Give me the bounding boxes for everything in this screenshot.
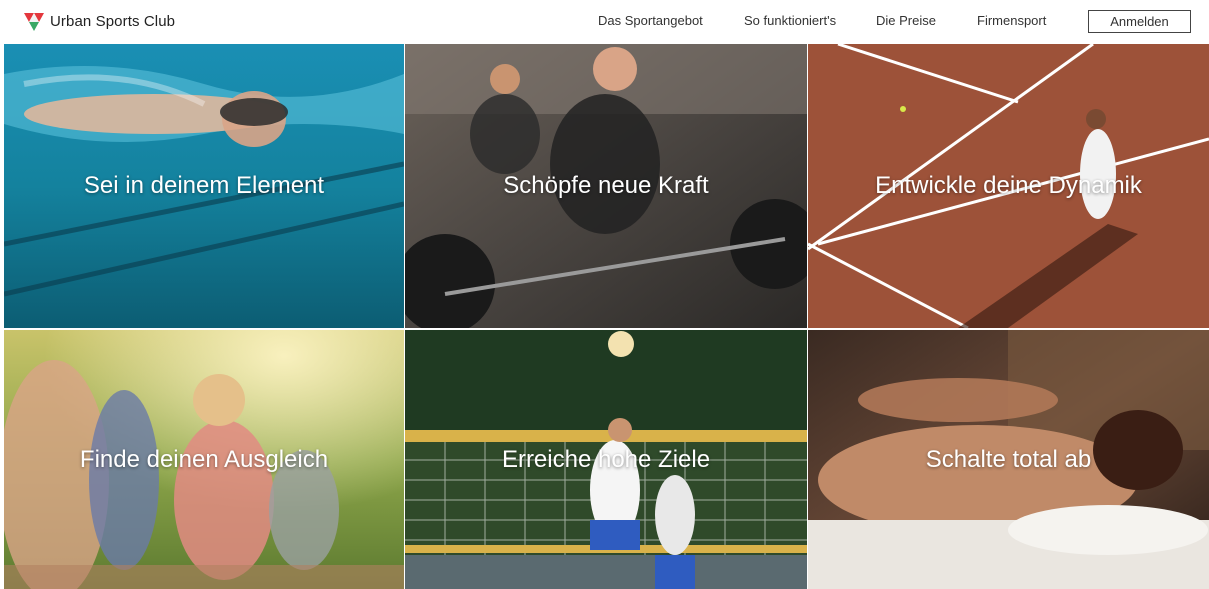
tile-tennis[interactable]: Entwickle deine Dynamik — [808, 44, 1209, 328]
nav-item-corporate[interactable]: Firmensport — [977, 13, 1046, 28]
tile-label: Schalte total ab — [808, 446, 1209, 474]
login-button[interactable]: Anmelden — [1088, 10, 1191, 33]
tile-label: Entwickle deine Dynamik — [808, 172, 1209, 200]
tile-label: Erreiche hohe Ziele — [405, 446, 807, 474]
brand-logo[interactable]: Urban Sports Club — [23, 9, 175, 33]
nav-item-sportangebot[interactable]: Das Sportangebot — [598, 13, 703, 28]
brand-name: Urban Sports Club — [50, 13, 175, 30]
tile-volleyball[interactable]: Erreiche hohe Ziele — [405, 330, 807, 589]
tile-swimming[interactable]: Sei in deinem Element — [4, 44, 404, 328]
tile-weightlifting[interactable]: Schöpfe neue Kraft — [405, 44, 807, 328]
site-header: Urban Sports Club Das Sportangebot So fu… — [0, 0, 1209, 44]
tile-yoga[interactable]: Finde deinen Ausgleich — [4, 330, 404, 589]
nav-item-prices[interactable]: Die Preise — [876, 13, 936, 28]
tile-label: Schöpfe neue Kraft — [405, 172, 807, 200]
tile-label: Sei in deinem Element — [4, 172, 404, 200]
tile-label: Finde deinen Ausgleich — [4, 446, 404, 474]
logo-icon — [23, 10, 45, 32]
nav-item-how-it-works[interactable]: So funktioniert's — [744, 13, 836, 28]
tile-massage[interactable]: Schalte total ab — [808, 330, 1209, 589]
